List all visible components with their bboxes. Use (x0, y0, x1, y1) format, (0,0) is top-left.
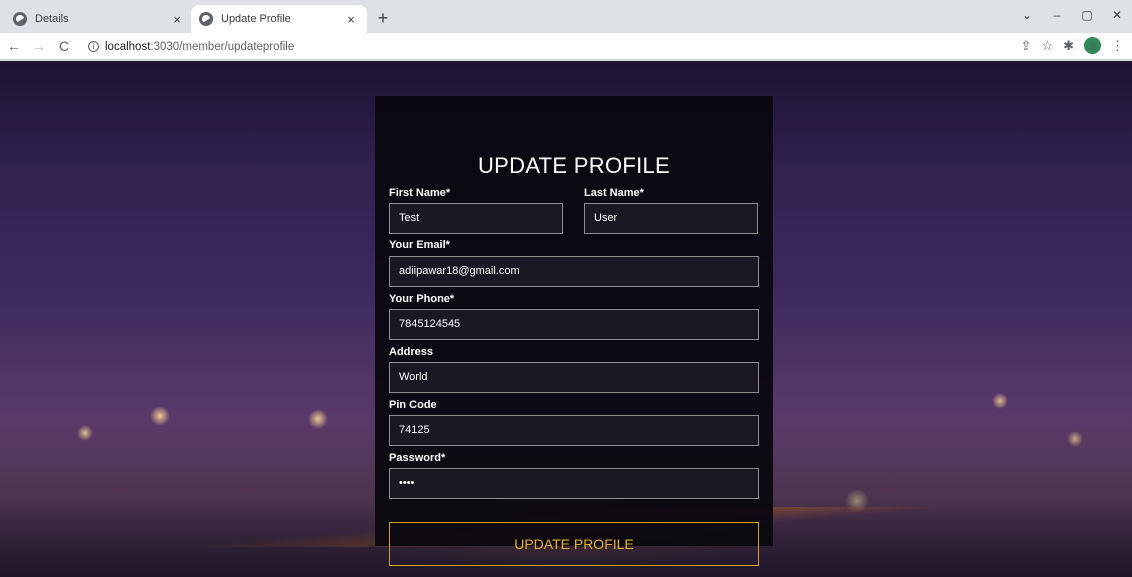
phone-label: Your Phone* (389, 293, 455, 305)
minimize-button[interactable]: – (1042, 0, 1072, 30)
info-icon[interactable]: i (88, 41, 99, 52)
first-name-label: First Name* (389, 187, 451, 199)
last-name-label: Last Name* (584, 187, 644, 199)
page-background: UPDATE PROFILE First Name* Test Last Nam… (0, 61, 1132, 577)
tab-details[interactable]: Details × (5, 5, 193, 33)
tab-search-icon[interactable]: ⌄ (1012, 0, 1042, 30)
back-button[interactable]: ← (3, 38, 25, 54)
maximize-button[interactable]: ▢ (1072, 0, 1102, 30)
extensions-icon[interactable]: ✱ (1063, 38, 1074, 54)
toolbar-actions: ⇪ ☆ ✱ a ⋮ (1021, 37, 1124, 54)
tab-strip: Details × Update Profile × + ⌄ – ▢ ✕ (0, 0, 1132, 33)
pin-code-label: Pin Code (389, 399, 437, 411)
close-tab-icon[interactable]: × (343, 12, 359, 27)
globe-icon (13, 12, 27, 26)
url-host: localhost (105, 40, 151, 53)
update-profile-button[interactable]: UPDATE PROFILE (389, 522, 759, 566)
new-tab-button[interactable]: + (373, 8, 393, 29)
update-profile-form: UPDATE PROFILE First Name* Test Last Nam… (375, 96, 773, 566)
pin-code-input[interactable]: 74125 (389, 415, 759, 446)
close-tab-icon[interactable]: × (169, 12, 185, 27)
form-title: UPDATE PROFILE (477, 153, 671, 178)
address-input[interactable]: World (389, 362, 759, 393)
share-icon[interactable]: ⇪ (1021, 38, 1032, 54)
bookmark-star-icon[interactable]: ☆ (1041, 38, 1053, 54)
last-name-input[interactable]: User (584, 203, 758, 234)
email-input[interactable]: adiipawar18@gmail.com (389, 256, 759, 287)
first-name-input[interactable]: Test (389, 203, 563, 234)
tab-title: Details (35, 13, 69, 25)
forward-button[interactable]: → (28, 38, 50, 54)
browser-toolbar: ← → C i localhost:3030/member/updateprof… (0, 33, 1132, 60)
tab-update-profile[interactable]: Update Profile × (191, 5, 367, 33)
password-input[interactable]: •••• (389, 468, 759, 499)
url-path: :3030/member/updateprofile (150, 40, 295, 53)
close-window-button[interactable]: ✕ (1102, 0, 1132, 30)
reload-button[interactable]: C (53, 38, 75, 54)
password-label: Password* (389, 452, 446, 464)
address-label: Address (389, 346, 434, 358)
address-bar[interactable]: i localhost:3030/member/updateprofile (88, 36, 294, 57)
globe-icon (199, 12, 213, 26)
profile-avatar[interactable]: a (1084, 37, 1101, 54)
email-label: Your Email* (389, 239, 450, 251)
phone-input[interactable]: 7845124545 (389, 309, 759, 340)
tab-title: Update Profile (221, 13, 291, 25)
window-controls: ⌄ – ▢ ✕ (1012, 0, 1132, 30)
menu-icon[interactable]: ⋮ (1111, 38, 1124, 54)
